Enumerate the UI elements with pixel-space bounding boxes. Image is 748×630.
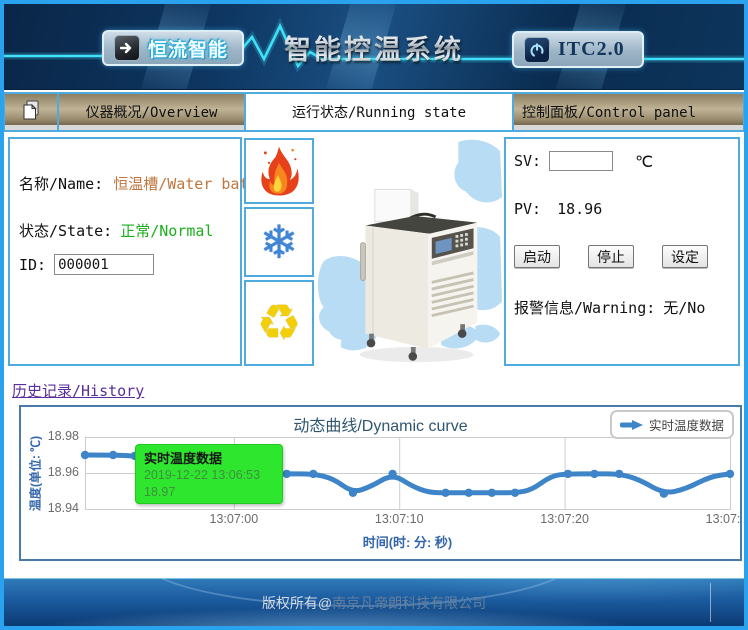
y-axis-label: 温度(单位: ℃) xyxy=(27,405,44,549)
control-panel: SV: ℃ PV: 18.96 启动 停止 设定 报警信息/Warning: 无… xyxy=(504,137,740,366)
legend[interactable]: 实时温度数据 xyxy=(610,410,734,439)
tooltip-timestamp: 2019-12-22 13:06:53 xyxy=(144,467,274,484)
name-value: 恒温槽/Water bath xyxy=(113,173,257,194)
x-tick-label: 13:07:00 xyxy=(200,512,268,526)
main-content: 名称/Name: 恒温槽/Water bath 状态/State: 正常/Nor… xyxy=(4,132,744,370)
app-window: 恒流智能 智能控温系统 ITC2.0 仪器概况/Overview xyxy=(0,0,748,630)
warning-label: 报警信息/Warning: xyxy=(514,297,655,318)
history-link[interactable]: 历史记录/History xyxy=(12,382,144,400)
stop-button[interactable]: 停止 xyxy=(588,245,634,268)
footer: 版权所有@南京凡帝朗科技有限公司 xyxy=(4,578,744,626)
set-button[interactable]: 设定 xyxy=(662,245,708,268)
pv-value: 18.96 xyxy=(557,200,602,218)
document-icon xyxy=(21,99,41,125)
start-button[interactable]: 启动 xyxy=(514,245,560,268)
history-section: 历史记录/History xyxy=(12,380,744,401)
state-value: 正常/Normal xyxy=(120,220,213,241)
chart-tooltip: 实时温度数据 2019-12-22 13:06:53 18.97 xyxy=(135,444,283,504)
snowflake-icon: ❄ xyxy=(260,219,299,265)
status-icon-column: ❄ ♻ xyxy=(244,137,314,366)
power-icon xyxy=(524,37,550,63)
tooltip-series-name: 实时温度数据 xyxy=(144,448,274,467)
x-axis-label: 时间(时: 分: 秒) xyxy=(85,532,730,551)
dynamic-curve-chart: 动态曲线/Dynamic curve 实时温度数据 18.9818.9618.9… xyxy=(19,405,742,561)
legend-line-marker-icon xyxy=(620,419,644,431)
x-tick-label: 13:07:10 xyxy=(365,512,433,526)
x-tick-label: 13:07:20 xyxy=(531,512,599,526)
header-banner: 恒流智能 智能控温系统 ITC2.0 xyxy=(4,4,744,90)
sv-input[interactable] xyxy=(549,151,613,171)
water-bath-photo xyxy=(316,137,502,366)
arrow-right-icon xyxy=(114,35,140,61)
logo-label: 恒流智能 xyxy=(148,35,228,62)
tab-bar: 仪器概况/Overview 运行状态/Running state 控制面板/Co… xyxy=(4,92,744,132)
overview-panel: 名称/Name: 恒温槽/Water bath 状态/State: 正常/Nor… xyxy=(8,137,242,366)
circulation-cell: ♻ xyxy=(244,280,314,366)
name-label: 名称/Name: xyxy=(19,173,103,194)
tab-control-panel[interactable]: 控制面板/Control panel xyxy=(513,92,744,132)
footer-divider xyxy=(710,583,711,622)
legend-label: 实时温度数据 xyxy=(649,415,724,434)
x-tick-label: 13:07:30 xyxy=(696,512,742,526)
recycle-icon: ♻ xyxy=(257,298,302,348)
id-label: ID: xyxy=(19,256,46,274)
tooltip-value: 18.97 xyxy=(144,484,274,501)
logo-button[interactable]: 恒流智能 xyxy=(102,30,244,66)
fire-icon xyxy=(259,144,299,198)
version-button[interactable]: ITC2.0 xyxy=(512,31,644,68)
tab-running-state[interactable]: 运行状态/Running state xyxy=(245,92,513,132)
state-label: 状态/State: xyxy=(19,220,112,241)
cooling-cell: ❄ xyxy=(244,207,314,277)
tab-overview[interactable]: 仪器概况/Overview xyxy=(58,92,245,132)
pv-label: PV: xyxy=(514,200,541,218)
version-label: ITC2.0 xyxy=(558,38,625,61)
document-icon-cell[interactable] xyxy=(4,92,58,132)
company-name: 南京凡帝朗科技有限公司 xyxy=(332,595,486,611)
sv-label: SV: xyxy=(514,152,541,170)
copyright-text: 版权所有@南京凡帝朗科技有限公司 xyxy=(4,593,744,613)
device-photo-cell xyxy=(316,137,502,366)
warning-value: 无/No xyxy=(663,297,705,318)
heating-cell xyxy=(244,138,314,204)
celsius-unit: ℃ xyxy=(635,152,653,171)
id-input[interactable] xyxy=(54,254,154,275)
copyright-prefix: 版权所有@ xyxy=(262,595,332,611)
